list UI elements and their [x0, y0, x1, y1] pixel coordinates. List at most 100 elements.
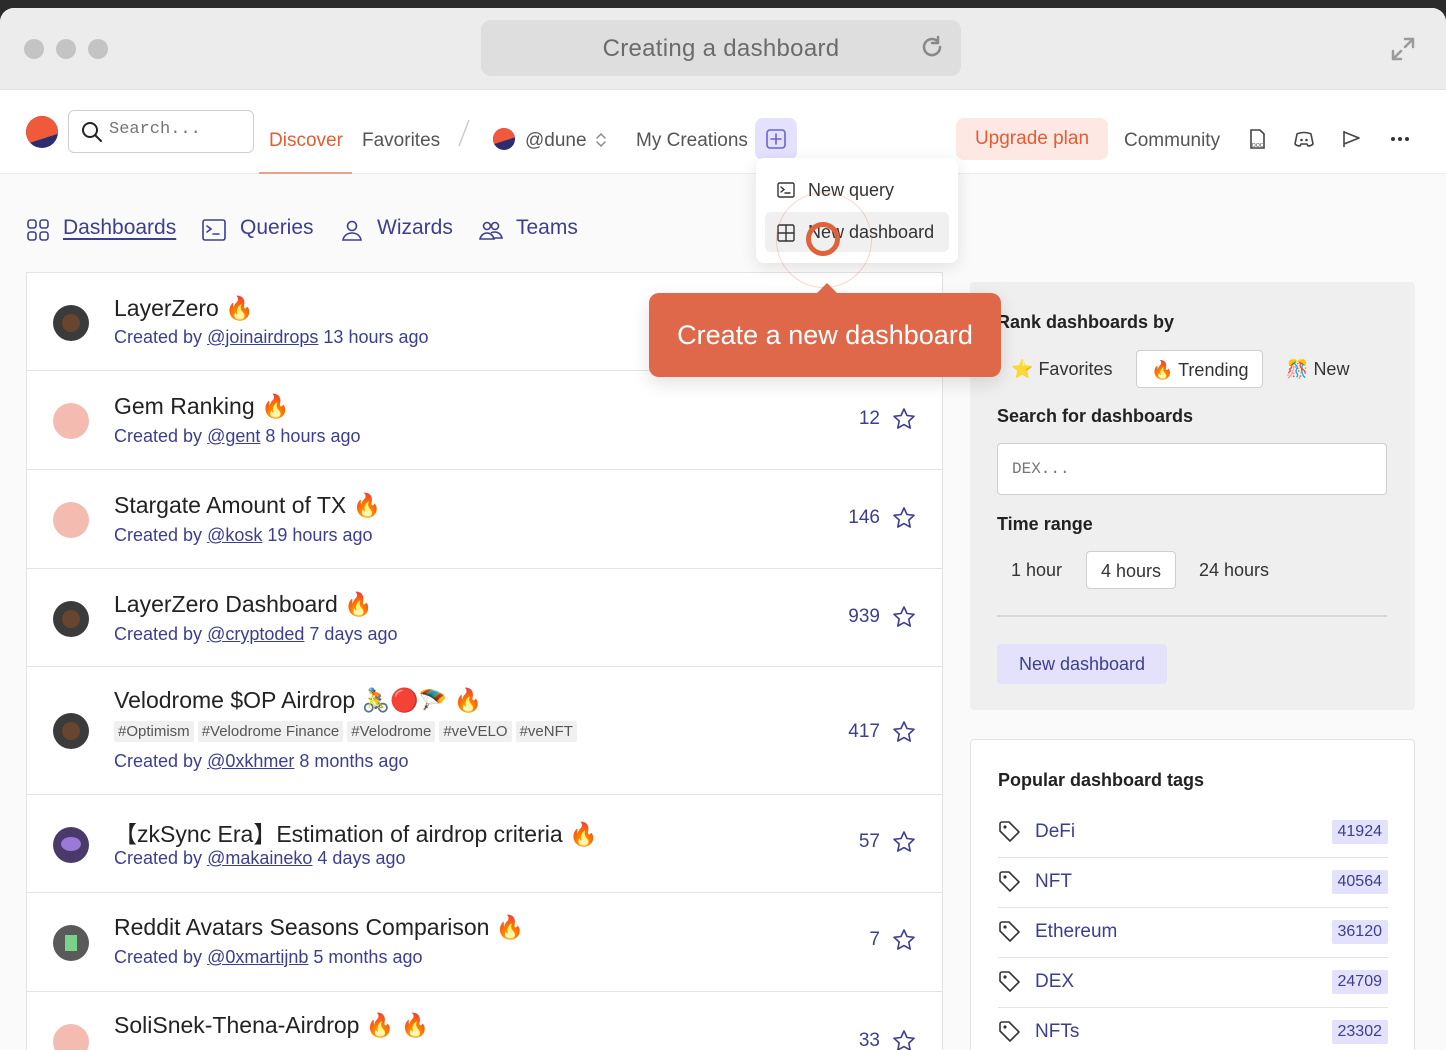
tag-count: 24709: [1331, 970, 1388, 994]
avatar: [53, 713, 89, 749]
list-item[interactable]: SoliSnek-Thena-Airdrop 🔥 🔥 33: [27, 992, 942, 1050]
dashboard-title[interactable]: 【zkSync Era】Estimation of airdrop criter…: [114, 815, 598, 849]
chevron-updown-icon[interactable]: [595, 132, 607, 148]
tag-name[interactable]: Ethereum: [1035, 921, 1117, 943]
dashboard-title[interactable]: SoliSnek-Thena-Airdrop 🔥 🔥: [114, 1012, 430, 1039]
tag-name[interactable]: DeFi: [1035, 821, 1075, 843]
tab-teams[interactable]: Teams: [516, 216, 578, 240]
reload-icon[interactable]: [919, 34, 945, 60]
byline-prefix: Created by: [114, 426, 203, 446]
dashboard-title[interactable]: LayerZero Dashboard 🔥: [114, 591, 373, 618]
list-item[interactable]: Velodrome $OP Airdrop 🚴🔴🪂 🔥 #Optimism #Ve…: [27, 667, 942, 795]
window-close-button[interactable]: [24, 39, 44, 59]
avatar: [53, 601, 89, 637]
author-link[interactable]: @joinairdrops: [207, 327, 318, 347]
star-icon[interactable]: [892, 506, 916, 530]
avatar: [53, 502, 89, 538]
tag-row[interactable]: DeFi 41924: [998, 808, 1388, 858]
announcement-icon[interactable]: [1341, 128, 1363, 150]
author-link[interactable]: @cryptoded: [207, 624, 304, 644]
author-link[interactable]: @makaineko: [207, 848, 312, 868]
dashboard-title[interactable]: LayerZero 🔥: [114, 295, 254, 322]
nav-discover[interactable]: Discover: [269, 130, 343, 152]
tag-chip[interactable]: #Optimism: [114, 721, 194, 742]
tag-row[interactable]: Ethereum 36120: [998, 908, 1388, 958]
tag-icon: [999, 821, 1020, 842]
upgrade-plan-button[interactable]: Upgrade plan: [956, 118, 1108, 160]
list-item[interactable]: Reddit Avatars Seasons Comparison 🔥 Crea…: [27, 893, 942, 992]
team-switcher[interactable]: @dune: [525, 130, 587, 152]
divider-slash: [458, 119, 470, 147]
dashboard-title-text: Velodrome $OP Airdrop: [114, 687, 356, 713]
window-zoom-button[interactable]: [88, 39, 108, 59]
favorite-count: 12: [858, 408, 880, 429]
tag-chip[interactable]: #Velodrome: [347, 721, 436, 742]
star-icon[interactable]: [892, 830, 916, 854]
tag-name[interactable]: NFT: [1035, 871, 1072, 893]
dashboard-search-input[interactable]: [1012, 460, 1372, 478]
tag-chip[interactable]: #Velodrome Finance: [197, 721, 344, 742]
star-icon[interactable]: [892, 1029, 916, 1050]
new-dashboard-button[interactable]: New dashboard: [997, 644, 1167, 684]
tab-wizards[interactable]: Wizards: [377, 216, 453, 240]
divider: [997, 615, 1387, 617]
time-1-hour[interactable]: 1 hour: [997, 551, 1076, 589]
dashboard-search-box[interactable]: [997, 443, 1387, 495]
author-link[interactable]: @kosk: [207, 525, 262, 545]
fire-emoji: 🚴🔴🪂 🔥: [361, 687, 483, 713]
star-icon[interactable]: [892, 605, 916, 629]
dashboard-title[interactable]: Velodrome $OP Airdrop 🚴🔴🪂 🔥: [114, 687, 483, 714]
window-minimize-button[interactable]: [56, 39, 76, 59]
search-box[interactable]: [68, 110, 254, 153]
favorite-count: 417: [848, 721, 880, 742]
byline-prefix: Created by: [114, 947, 203, 967]
list-item[interactable]: LayerZero Dashboard 🔥 Created by @crypto…: [27, 569, 942, 667]
address-bar[interactable]: Creating a dashboard: [481, 20, 961, 76]
dashboard-title[interactable]: Gem Ranking 🔥: [114, 393, 290, 420]
time-4-hours[interactable]: 4 hours: [1086, 551, 1177, 589]
list-item[interactable]: Gem Ranking 🔥 Created by @gent 8 hours a…: [27, 371, 942, 470]
fullscreen-icon[interactable]: [1390, 36, 1416, 62]
dashboard-title[interactable]: Stargate Amount of TX 🔥: [114, 492, 381, 519]
rank-panel: Rank dashboards by ⭐ Favorites 🔥 Trendin…: [970, 282, 1415, 710]
browser-window: Creating a dashboard Discover Favorites …: [0, 8, 1446, 1050]
tag-chip[interactable]: #veVELO: [439, 721, 512, 742]
active-tab-indicator: [259, 172, 352, 174]
author-link[interactable]: @0xmartijnb: [207, 947, 308, 967]
rank-trending[interactable]: 🔥 Trending: [1136, 350, 1264, 388]
dashboard-title-text: SoliSnek-Thena-Airdrop: [114, 1012, 360, 1038]
rank-option-label: New: [1313, 359, 1350, 379]
docs-icon[interactable]: DOC: [1246, 128, 1268, 150]
star-icon[interactable]: [892, 720, 916, 744]
tag-name[interactable]: NFTs: [1035, 1021, 1079, 1043]
nav-favorites[interactable]: Favorites: [362, 130, 440, 152]
tag-row[interactable]: NFTs 23302: [998, 1008, 1388, 1050]
tag-row[interactable]: NFT 40564: [998, 858, 1388, 908]
tag-row[interactable]: DEX 24709: [998, 958, 1388, 1008]
star-icon[interactable]: [892, 928, 916, 952]
rank-new[interactable]: 🎊 New: [1272, 350, 1363, 388]
star-icon[interactable]: [892, 407, 916, 431]
favorite-count: 33: [858, 1030, 880, 1050]
search-input[interactable]: [109, 120, 245, 139]
tab-dashboards[interactable]: Dashboards: [63, 216, 176, 240]
tag-name[interactable]: DEX: [1035, 971, 1074, 993]
discord-icon[interactable]: [1293, 128, 1315, 150]
avatar: [53, 827, 89, 863]
create-new-button[interactable]: [755, 118, 797, 160]
tab-queries[interactable]: Queries: [240, 216, 314, 240]
nav-community[interactable]: Community: [1124, 130, 1220, 152]
more-icon[interactable]: [1389, 128, 1411, 150]
nav-my-creations[interactable]: My Creations: [636, 130, 748, 152]
time-24-hours[interactable]: 24 hours: [1185, 551, 1283, 589]
dashboard-title[interactable]: Reddit Avatars Seasons Comparison 🔥: [114, 914, 524, 941]
byline: Created by @cryptoded 7 days ago: [114, 624, 398, 645]
rank-favorites[interactable]: ⭐ Favorites: [997, 350, 1126, 388]
dune-logo[interactable]: [26, 116, 58, 148]
dashboard-list: LayerZero 🔥 Created by @joinairdrops 13 …: [26, 272, 943, 1050]
list-item[interactable]: 【zkSync Era】Estimation of airdrop criter…: [27, 795, 942, 893]
author-link[interactable]: @0xkhmer: [207, 751, 294, 771]
list-item[interactable]: Stargate Amount of TX 🔥 Created by @kosk…: [27, 470, 942, 569]
author-link[interactable]: @gent: [207, 426, 260, 446]
tag-chip[interactable]: #veNFT: [515, 721, 577, 742]
